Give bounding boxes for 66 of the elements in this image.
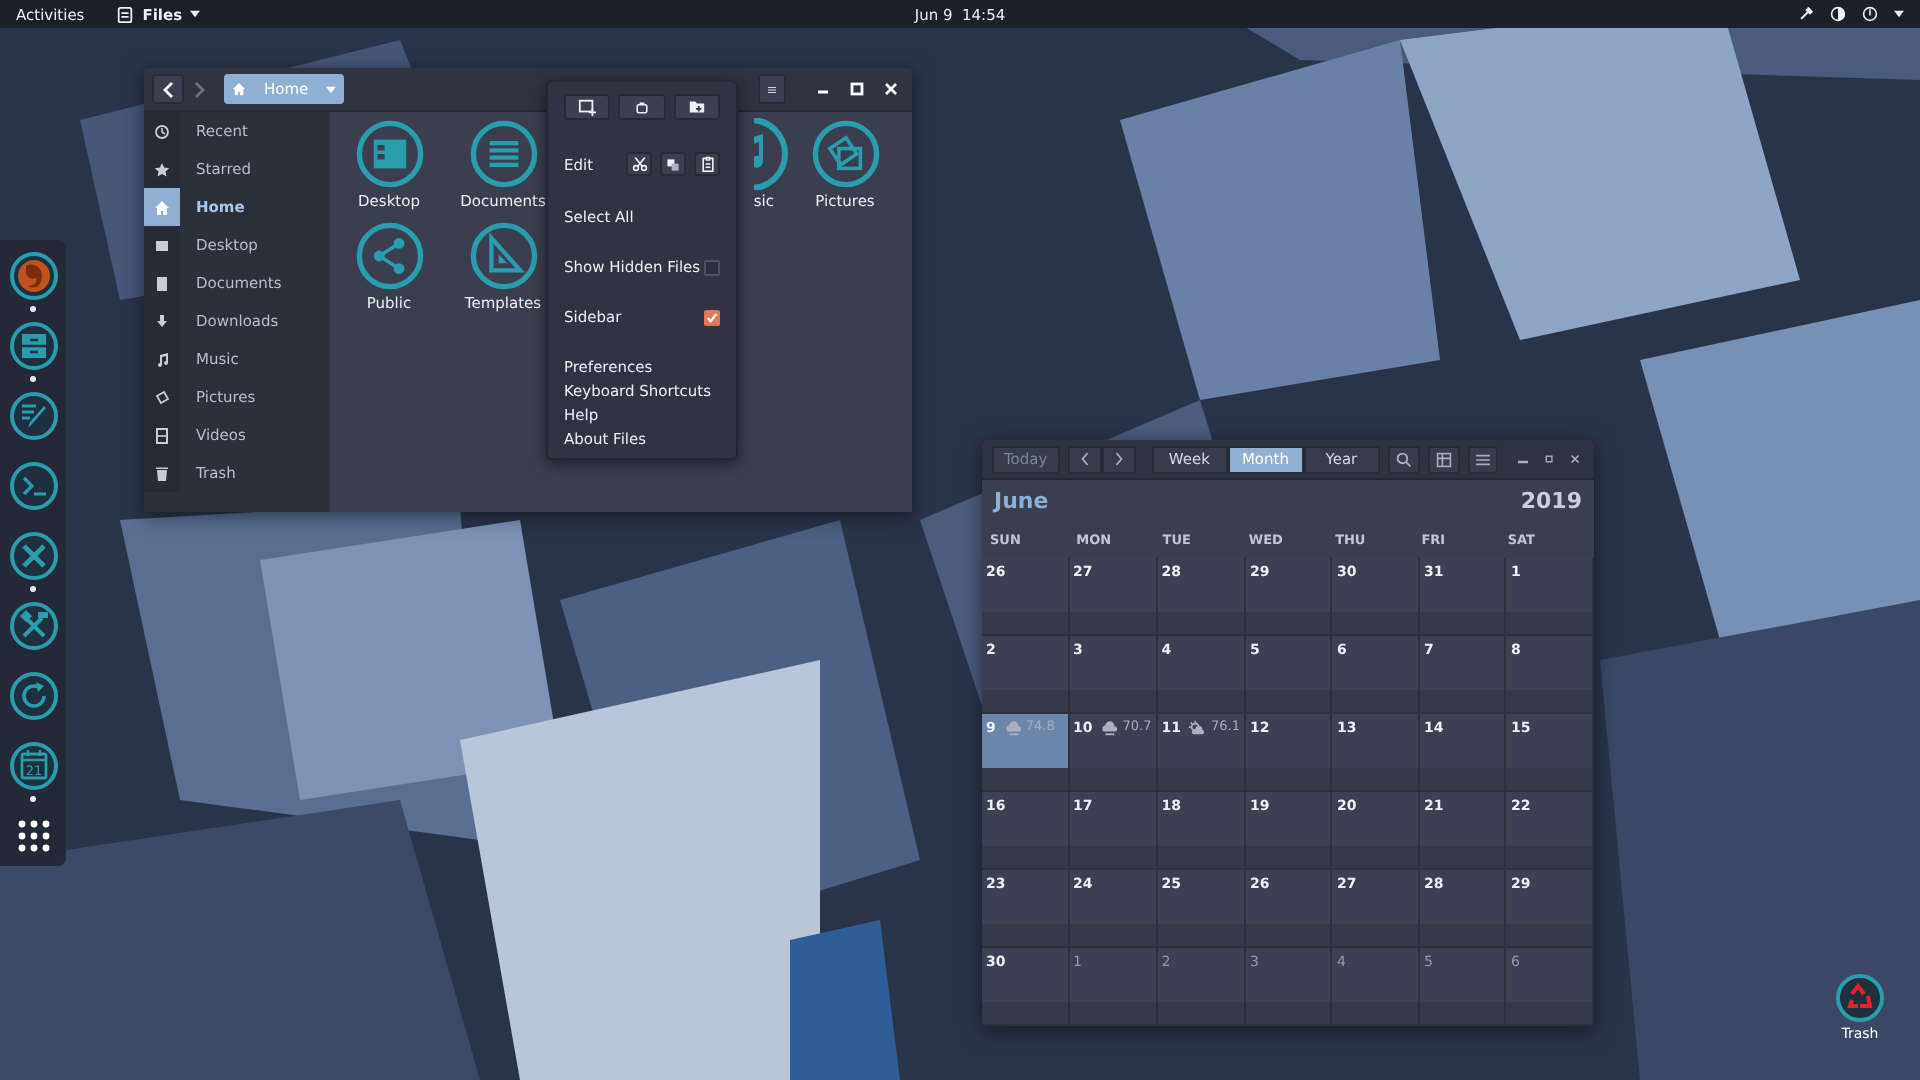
sun-cloud-icon: [1188, 720, 1207, 736]
new-folder-button[interactable]: [673, 94, 720, 120]
cloud-icon: [1100, 720, 1119, 736]
folder-plus-icon: [687, 98, 706, 116]
photos-icon: [809, 118, 881, 190]
back-button[interactable]: [152, 74, 184, 104]
cloud-icon: [1003, 720, 1022, 736]
triangle-ruler-icon: [467, 220, 539, 292]
tab-icon: [633, 99, 650, 115]
cut-button[interactable]: [626, 152, 652, 176]
picture-icon: [154, 389, 170, 405]
checkbox[interactable]: [704, 309, 720, 325]
new-window-button[interactable]: [564, 94, 611, 120]
caret-icon: [1894, 10, 1905, 18]
checkbox[interactable]: [704, 259, 720, 275]
year-title: 2019: [1520, 488, 1582, 516]
menu-button[interactable]: [1467, 445, 1498, 473]
window-plus-icon: [578, 98, 597, 116]
music-note-icon: [154, 351, 170, 367]
document-icon: [154, 275, 170, 291]
next-button[interactable]: [1101, 445, 1136, 473]
refresh-icon[interactable]: [7, 670, 59, 722]
cabinet-icon[interactable]: [7, 320, 59, 372]
pencil-document-icon[interactable]: [7, 390, 59, 442]
film-icon: [154, 427, 170, 443]
download-icon: [154, 313, 170, 329]
window-icon: [353, 118, 425, 190]
half-circle-icon: [1830, 6, 1847, 22]
grid-view-icon: [1435, 451, 1452, 467]
caret-icon: [326, 85, 337, 93]
terminal-icon[interactable]: [7, 460, 59, 512]
plug-icon: [1798, 6, 1815, 22]
calendars-button[interactable]: [1427, 445, 1460, 473]
browser-icon[interactable]: [7, 250, 59, 302]
home-icon: [154, 199, 170, 215]
paste-button[interactable]: [694, 152, 720, 176]
app-icon: [116, 5, 135, 23]
trash-icon: [154, 465, 170, 481]
lines-icon: [467, 118, 539, 190]
clipboard-icon: [699, 156, 715, 172]
search-icon: [1395, 451, 1412, 467]
copy-button[interactable]: [660, 152, 686, 176]
scissors-icon: [631, 156, 647, 172]
month-title: June: [994, 488, 1049, 516]
search-button[interactable]: [1387, 445, 1420, 473]
chevron-left-icon: [1079, 452, 1090, 466]
chevron-right-icon: [1113, 452, 1124, 466]
music-note-icon: [754, 118, 788, 190]
chevron-right-icon: [194, 81, 206, 97]
home-icon: [232, 82, 246, 96]
menu-button[interactable]: [758, 74, 786, 104]
clock-icon: [154, 123, 170, 139]
power-icon: [1862, 6, 1879, 22]
star-icon: [154, 161, 170, 177]
screen-icon: [154, 237, 170, 253]
previous-button[interactable]: [1067, 445, 1102, 473]
share-icon: [353, 220, 425, 292]
tools-icon[interactable]: [7, 530, 59, 582]
hammer-wrench-icon[interactable]: [7, 600, 59, 652]
minimize-icon: [1517, 460, 1528, 464]
caret-icon: [190, 10, 201, 18]
chevron-left-icon: [162, 81, 174, 97]
menu-icon: [1475, 453, 1490, 465]
minimize-icon: [818, 90, 828, 94]
tab-button[interactable]: [618, 94, 666, 120]
copy-icon: [666, 157, 680, 171]
